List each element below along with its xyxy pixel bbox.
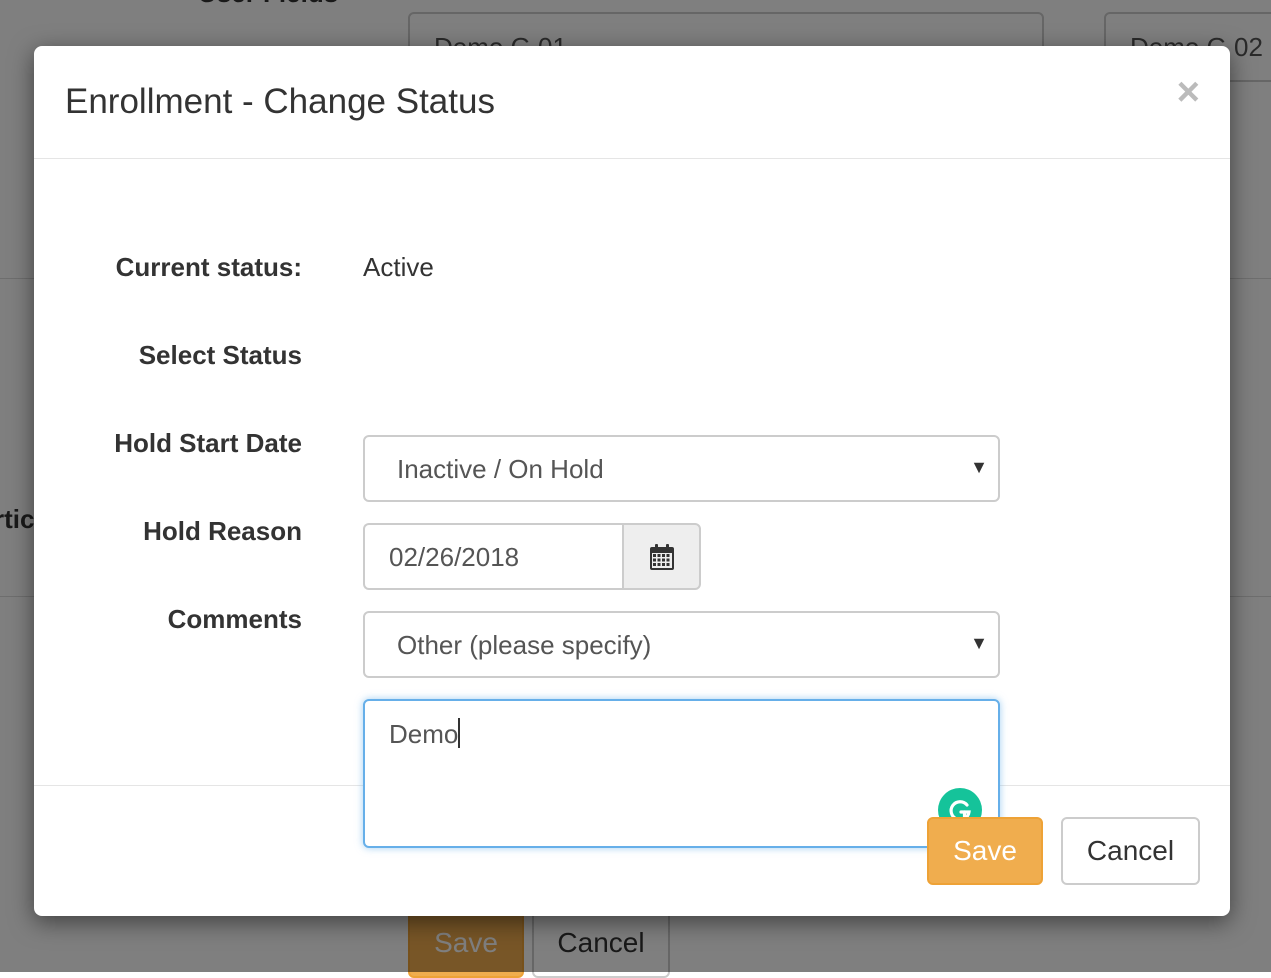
hold-reason-value: Other (please specify) (397, 630, 652, 660)
hold-start-date-label: Hold Start Date (114, 428, 302, 458)
change-status-modal: Enrollment - Change Status × Current sta… (34, 46, 1230, 916)
hold-start-date-group: 02/26/2018 (363, 523, 701, 590)
close-icon[interactable]: × (1177, 72, 1200, 112)
text-cursor (458, 718, 461, 748)
hold-reason-dropdown[interactable]: Other (please specify) ▼ (363, 611, 1000, 678)
calendar-button[interactable] (622, 523, 701, 590)
hold-start-date-input[interactable]: 02/26/2018 (363, 523, 622, 590)
modal-title: Enrollment - Change Status (65, 82, 495, 121)
caret-down-icon: ▼ (970, 633, 988, 653)
select-status-dropdown[interactable]: Inactive / On Hold ▼ (363, 435, 1000, 502)
comments-label: Comments (167, 604, 302, 634)
save-button[interactable]: Save (927, 817, 1043, 885)
cancel-button[interactable]: Cancel (1061, 817, 1200, 885)
calendar-icon (649, 543, 674, 570)
caret-down-icon: ▼ (970, 457, 988, 477)
modal-footer: Save Cancel (34, 786, 1230, 915)
current-status-label: Current status: (115, 252, 302, 282)
modal-header: Enrollment - Change Status × (34, 46, 1230, 159)
select-status-label: Select Status (138, 340, 302, 370)
comments-text: Demo (389, 719, 459, 749)
select-status-value: Inactive / On Hold (397, 454, 604, 484)
hold-reason-label: Hold Reason (143, 516, 302, 546)
current-status-value: Active (363, 252, 434, 282)
modal-body: Current status: Active Select Status Ina… (34, 159, 1230, 848)
